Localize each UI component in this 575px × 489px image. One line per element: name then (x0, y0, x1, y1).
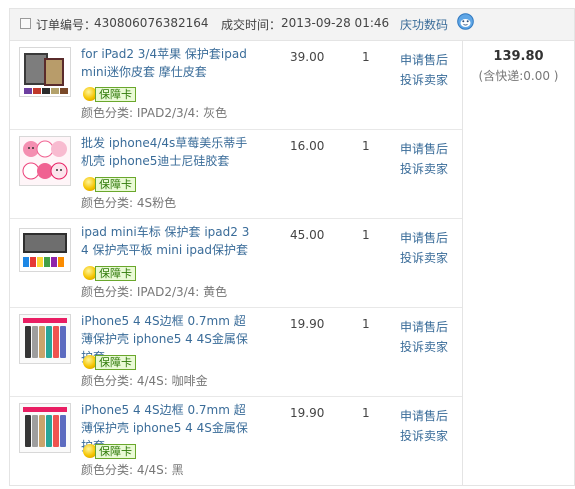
unit-price: 19.90 (290, 406, 325, 420)
order-id-label: 订单编号： (36, 18, 97, 32)
wangwang-chat-icon[interactable] (457, 13, 474, 30)
order-time-label: 成交时间： (221, 18, 282, 32)
product-title-link[interactable]: ipad mini车标 保护套 ipad2 3 4 保护壳平板 mini ipa… (81, 223, 256, 259)
complain-seller-link[interactable]: 投诉卖家 (400, 159, 448, 179)
product-attribute: 颜色分类: IPAD2/3/4: 黄色 (81, 285, 228, 299)
product-title-link[interactable]: for iPad2 3/4苹果 保护套ipad mini迷你皮套 摩仕皮套 (81, 45, 256, 81)
after-sale-link[interactable]: 申请售后 (400, 139, 448, 159)
unit-price: 39.00 (290, 50, 325, 64)
shop-name-link[interactable]: 庆功数码 (400, 16, 448, 33)
complain-seller-link[interactable]: 投诉卖家 (400, 426, 448, 446)
order-header: 订单编号： 430806076382164 成交时间： 2013-09-28 0… (10, 9, 574, 41)
unit-price: 45.00 (290, 228, 325, 242)
order-id: 430806076382164 (94, 16, 209, 30)
order-item-row: 批发 iphone4/4s草莓美乐蒂手机壳 iphone5迪士尼硅胶套 保障卡 … (10, 130, 462, 219)
complain-seller-link[interactable]: 投诉卖家 (400, 70, 448, 90)
column-divider (462, 40, 463, 485)
order-total-amount: 139.80 (493, 49, 544, 64)
product-attribute: 颜色分类: 4/4S: 黑 (81, 463, 184, 477)
quantity: 1 (362, 139, 370, 153)
product-thumbnail[interactable] (19, 403, 71, 453)
after-sale-link[interactable]: 申请售后 (400, 317, 448, 337)
order-item-row: ipad mini车标 保护套 ipad2 3 4 保护壳平板 mini ipa… (10, 219, 462, 308)
after-sale-link[interactable]: 申请售后 (400, 50, 448, 70)
unit-price: 19.90 (290, 317, 325, 331)
product-attribute: 颜色分类: 4S粉色 (81, 196, 177, 210)
order-total: 139.80 (含快递:0.00 ) (463, 49, 574, 84)
order-time: 2013-09-28 01:46 (281, 16, 390, 30)
order-item-row: iPhone5 4 4S边框 0.7mm 超薄保护壳 iphone5 4 4S金… (10, 397, 462, 486)
unit-price: 16.00 (290, 139, 325, 153)
product-thumbnail[interactable] (19, 136, 71, 186)
complain-seller-link[interactable]: 投诉卖家 (400, 337, 448, 357)
order-item-row: for iPad2 3/4苹果 保护套ipad mini迷你皮套 摩仕皮套 保障… (10, 41, 462, 130)
product-title-link[interactable]: 批发 iphone4/4s草莓美乐蒂手机壳 iphone5迪士尼硅胶套 (81, 134, 256, 170)
product-attribute: 颜色分类: IPAD2/3/4: 灰色 (81, 106, 228, 120)
product-thumbnail[interactable] (19, 228, 71, 272)
after-sale-link[interactable]: 申请售后 (400, 228, 448, 248)
quantity: 1 (362, 317, 370, 331)
quantity: 1 (362, 50, 370, 64)
shipping-fee: (含快递:0.00 ) (478, 69, 559, 83)
order-checkbox[interactable] (20, 18, 31, 29)
quantity: 1 (362, 228, 370, 242)
complain-seller-link[interactable]: 投诉卖家 (400, 248, 448, 268)
order-card: 订单编号： 430806076382164 成交时间： 2013-09-28 0… (9, 8, 575, 486)
product-thumbnail[interactable] (19, 47, 71, 97)
product-attribute: 颜色分类: 4/4S: 咖啡金 (81, 374, 208, 388)
after-sale-link[interactable]: 申请售后 (400, 406, 448, 426)
order-item-row: iPhone5 4 4S边框 0.7mm 超薄保护壳 iphone5 4 4S金… (10, 308, 462, 397)
quantity: 1 (362, 406, 370, 420)
product-thumbnail[interactable] (19, 314, 71, 364)
